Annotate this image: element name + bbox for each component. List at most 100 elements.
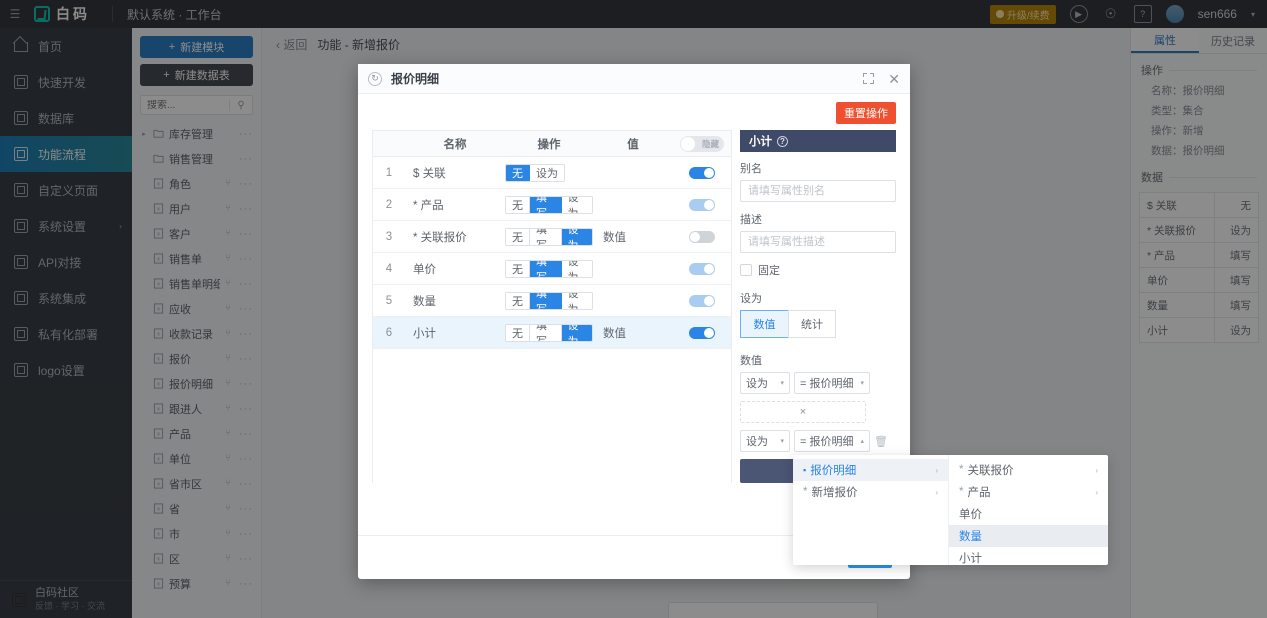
table-header-row: 名称 操作 值 隐藏 — [373, 131, 731, 157]
operation-segmented: 无填写 设为 — [505, 195, 593, 214]
cascader-item[interactable]: * 产品 › — [949, 481, 1108, 503]
operation-option[interactable]: 无 — [506, 260, 530, 277]
cascader-item[interactable]: * 新增报价 › — [793, 481, 948, 503]
operation-option[interactable]: 填写 — [530, 260, 562, 277]
table-row[interactable]: 1 $ 关联 无设为 — [373, 157, 731, 189]
description-label: 描述 — [740, 214, 762, 226]
cascader-item[interactable]: 数量 — [949, 525, 1108, 547]
operation-option[interactable]: 设为 — [561, 324, 592, 341]
chevron-down-icon: ▾ — [860, 380, 864, 387]
trash-icon[interactable]: 🗑 — [874, 435, 888, 448]
formula-mode-select[interactable]: 设为 ▾ — [740, 430, 790, 452]
cascader-column-2: * 关联报价 › * 产品 › 单价 数量 小计 — [948, 455, 1108, 565]
row-index: 5 — [385, 294, 393, 307]
checkbox-icon[interactable] — [740, 264, 752, 276]
required-marker-icon: * — [959, 464, 964, 476]
table-row[interactable]: 6 小计 无填写 设为 数值 — [373, 317, 731, 349]
table-row[interactable]: 5 数量 无填写 设为 — [373, 285, 731, 317]
value-label: 数值 — [740, 355, 762, 367]
reset-operation-button[interactable]: 重置操作 — [836, 102, 896, 124]
field-cascader: ▪ 报价明细 › * 新增报价 › * 关联报价 › * 产品 › 单价 数量 小计 — [793, 455, 1108, 565]
cascader-item[interactable]: * 关联报价 › — [949, 459, 1108, 481]
operation-option[interactable]: 填写 — [530, 228, 562, 245]
setas-option[interactable]: 数值 — [740, 310, 788, 338]
operation-option[interactable]: 设为 — [530, 164, 564, 181]
toggle-knob — [704, 295, 714, 306]
expand-icon[interactable] — [863, 73, 875, 84]
operation-option[interactable]: 设为 — [561, 228, 592, 245]
required-marker-icon: * — [959, 486, 964, 498]
description-input[interactable] — [740, 231, 896, 253]
modal-title: 报价明细 — [391, 72, 440, 86]
alias-input[interactable] — [740, 180, 896, 202]
operation-option[interactable]: 填写 — [530, 292, 562, 309]
config-header: 小计 ? — [740, 130, 896, 152]
row-visibility-toggle[interactable] — [689, 230, 715, 243]
refresh-icon[interactable]: ↻ — [368, 71, 382, 86]
formula-mode-select[interactable]: 设为 ▾ — [740, 372, 790, 394]
col-operation: 操作 — [537, 138, 561, 151]
row-index: 3 — [385, 230, 393, 243]
cascader-item-label: 关联报价 — [967, 465, 1014, 477]
col-name: 名称 — [443, 138, 467, 151]
operation-segmented: 无填写 设为 — [505, 291, 593, 310]
row-field-name: 小计 — [413, 327, 436, 340]
row-toggle-cell — [673, 294, 731, 307]
cascader-item[interactable]: ▪ 报价明细 › — [793, 459, 948, 481]
row-value: 数值 — [603, 327, 626, 340]
fixed-checkbox-row[interactable]: 固定 — [740, 262, 896, 278]
close-icon[interactable]: ✕ — [888, 72, 900, 86]
row-toggle-cell — [673, 166, 731, 179]
hide-all-label: 隐藏 — [701, 138, 719, 149]
equals-marker-icon: ▪ — [803, 465, 807, 475]
row-operation-cell: 无填写 设为 — [505, 259, 593, 278]
operation-option[interactable]: 设为 — [561, 196, 592, 213]
row-operation-cell: 无填写 设为 — [505, 323, 593, 342]
cascader-item-label: 报价明细 — [810, 465, 857, 477]
operation-option[interactable]: 无 — [506, 228, 530, 245]
row-visibility-toggle[interactable] — [689, 294, 715, 307]
cascader-item[interactable]: 小计 — [949, 547, 1108, 569]
fields-table: 名称 操作 值 隐藏 1 $ 关联无设为 2 * 产品无填写 设为 3 * 关联报价无填写设… — [372, 130, 732, 483]
table-row[interactable]: 2 * 产品 无填写 设为 — [373, 189, 731, 221]
hide-all-toggle[interactable]: 隐藏 — [680, 135, 724, 152]
alias-row: 别名 — [740, 160, 896, 202]
config-title: 小计 — [749, 136, 772, 148]
row-operation-cell: 无填写 设为 — [505, 291, 593, 310]
operation-option[interactable]: 填写 — [530, 196, 562, 213]
table-body: 1 $ 关联无设为 2 * 产品无填写 设为 3 * 关联报价无填写 设为 数值 4 单价无填写 设为… — [373, 157, 731, 349]
setas-option[interactable]: 统计 — [788, 310, 836, 338]
operation-option[interactable]: 无 — [506, 292, 530, 309]
toggle-knob — [690, 231, 700, 242]
operation-segmented: 无设为 — [505, 163, 565, 182]
modal-header-actions: ✕ — [863, 72, 900, 86]
cascader-item-label: 数量 — [959, 531, 982, 543]
operation-option[interactable]: 无 — [506, 324, 530, 341]
row-operation-cell: 无填写 设为 — [505, 227, 593, 246]
operation-option[interactable]: 无 — [506, 196, 530, 213]
operation-option[interactable]: 填写 — [530, 324, 562, 341]
row-visibility-toggle[interactable] — [689, 262, 715, 275]
row-field-name: $ 关联 — [413, 167, 446, 180]
question-icon[interactable]: ? — [777, 135, 788, 147]
operation-option[interactable]: 设为 — [561, 260, 592, 277]
cascader-item[interactable]: 单价 — [949, 503, 1108, 525]
operation-segmented: 无填写 设为 — [505, 227, 593, 246]
formula-expression-select[interactable]: = 报价明细 / 单 ▴ — [794, 430, 870, 452]
table-row[interactable]: 4 单价 无填写 设为 — [373, 253, 731, 285]
cascader-column-1: ▪ 报价明细 › * 新增报价 › — [793, 455, 948, 565]
toggle-knob — [704, 327, 714, 338]
table-row[interactable]: 3 * 关联报价 无填写 设为 数值 — [373, 221, 731, 253]
formula-expression-select[interactable]: = 报价明细 / 单 ▾ — [794, 372, 870, 394]
setas-segmented: 数值 统计 — [740, 310, 896, 338]
operation-option[interactable]: 无 — [506, 164, 530, 181]
app-root: ☰ 白码 默认系统 · 工作台 升级/续费 ▶ ☉ ? sen666 ▾ 首页快… — [0, 0, 1267, 618]
formula-operator[interactable]: × — [740, 401, 866, 423]
row-visibility-toggle[interactable] — [689, 198, 715, 211]
chevron-right-icon: › — [935, 487, 938, 497]
toggle-knob — [704, 199, 714, 210]
formula-rows: 设为 ▾ = 报价明细 / 单 ▾ × 设为 ▾ = 报价明细 / 单 ▴ 🗑 — [740, 372, 896, 452]
row-visibility-toggle[interactable] — [689, 326, 715, 339]
operation-option[interactable]: 设为 — [561, 292, 592, 309]
row-visibility-toggle[interactable] — [689, 166, 715, 179]
